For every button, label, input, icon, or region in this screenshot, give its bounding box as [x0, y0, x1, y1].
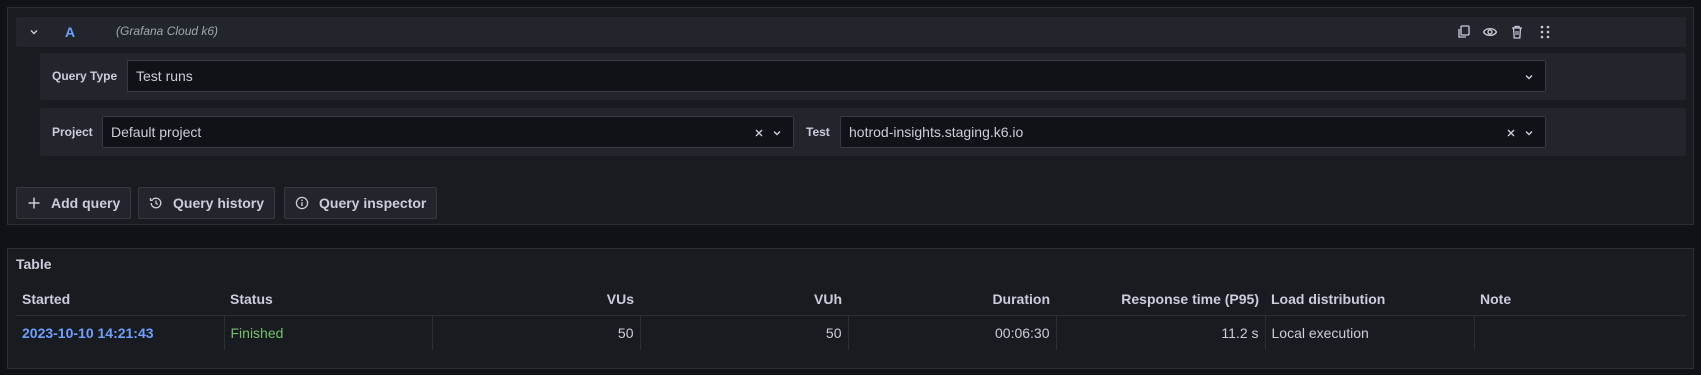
vuh-cell: 50	[640, 315, 849, 350]
plus-icon	[27, 196, 41, 210]
history-icon	[149, 196, 163, 210]
clear-icon[interactable]	[753, 127, 765, 139]
column-header-response-time[interactable]: Response time (P95)	[1056, 283, 1265, 316]
query-history-label: Query history	[173, 195, 265, 211]
column-header-duration[interactable]: Duration	[848, 283, 1056, 316]
eye-icon[interactable]	[1482, 24, 1498, 40]
query-history-button[interactable]: Query history	[138, 187, 275, 219]
clear-icon[interactable]	[1505, 127, 1517, 139]
column-header-load-distribution[interactable]: Load distribution	[1265, 283, 1474, 316]
table-panel: Table Started Status VUs VUh Duration Re…	[7, 248, 1694, 369]
status-cell: Finished	[224, 315, 433, 350]
query-row-header: A (Grafana Cloud k6)	[16, 17, 1686, 47]
project-label: Project	[52, 125, 93, 139]
project-value: Default project	[111, 124, 202, 140]
chevron-down-icon[interactable]	[771, 127, 783, 139]
query-type-row: Query Type Test runs	[40, 53, 1686, 100]
column-header-note[interactable]: Note	[1474, 283, 1686, 316]
column-header-status[interactable]: Status	[224, 283, 432, 316]
load-distribution-cell: Local execution	[1265, 315, 1475, 350]
query-inspector-label: Query inspector	[319, 195, 427, 211]
test-value: hotrod-insights.staging.k6.io	[849, 124, 1024, 140]
panel-title: Table	[16, 256, 52, 272]
info-circle-icon	[295, 196, 309, 210]
chevron-down-icon[interactable]	[28, 26, 40, 38]
query-type-value: Test runs	[136, 68, 193, 84]
test-label: Test	[806, 125, 830, 139]
trash-icon[interactable]	[1509, 24, 1525, 40]
chevron-down-icon[interactable]	[1523, 127, 1535, 139]
results-table: Started Status VUs VUh Duration Response…	[16, 283, 1686, 350]
query-ref-id[interactable]: A	[65, 24, 75, 40]
query-inspector-button[interactable]: Query inspector	[284, 187, 437, 219]
duplicate-icon[interactable]	[1456, 24, 1472, 40]
table-row: 2023-10-10 14:21:43 Finished 50 50 00:06…	[16, 315, 1686, 351]
column-header-vus[interactable]: VUs	[432, 283, 640, 316]
chevron-down-icon[interactable]	[1523, 71, 1535, 83]
response-time-cell: 11.2 s	[1056, 315, 1266, 350]
note-cell	[1474, 316, 1686, 351]
started-link[interactable]: 2023-10-10 14:21:43	[16, 315, 225, 350]
datasource-name: (Grafana Cloud k6)	[116, 24, 219, 38]
query-editor: A (Grafana Cloud k6) Query Type Test run…	[7, 7, 1694, 225]
test-select[interactable]: hotrod-insights.staging.k6.io	[840, 116, 1546, 148]
vus-cell: 50	[432, 315, 641, 350]
column-header-vuh[interactable]: VUh	[640, 283, 848, 316]
table-header-row: Started Status VUs VUh Duration Response…	[16, 283, 1686, 316]
add-query-label: Add query	[51, 195, 121, 211]
project-select[interactable]: Default project	[102, 116, 794, 148]
duration-cell: 00:06:30	[848, 315, 1057, 350]
query-type-select[interactable]: Test runs	[127, 60, 1546, 92]
column-header-started[interactable]: Started	[16, 283, 224, 316]
project-test-row: Project Default project Test hotrod-insi…	[40, 108, 1686, 156]
drag-handle-icon[interactable]	[1537, 24, 1553, 40]
query-type-label: Query Type	[52, 69, 118, 83]
add-query-button[interactable]: Add query	[16, 187, 131, 219]
